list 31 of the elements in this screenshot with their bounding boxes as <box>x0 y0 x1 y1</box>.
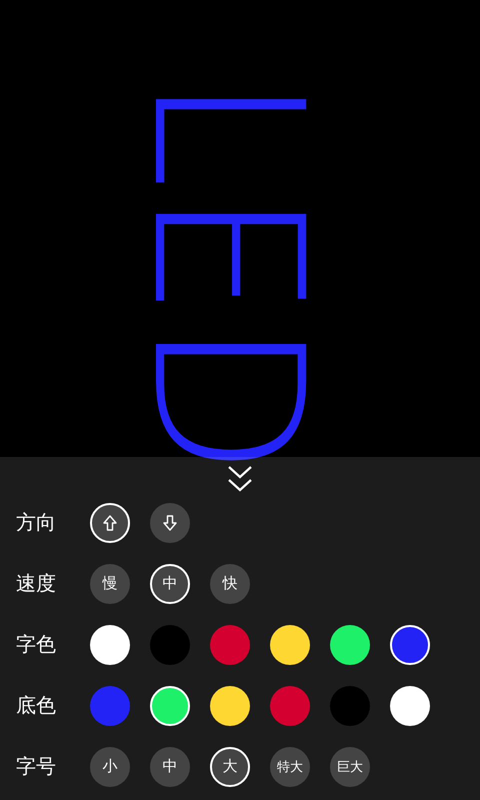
option-button[interactable]: 中 <box>150 564 190 604</box>
option-button[interactable]: 大 <box>210 746 250 786</box>
color-swatch[interactable] <box>210 686 250 726</box>
color-swatch[interactable] <box>210 624 250 664</box>
color-swatch[interactable] <box>390 686 430 726</box>
color-swatch[interactable] <box>90 686 130 726</box>
color-swatch[interactable] <box>90 624 130 664</box>
color-swatch[interactable] <box>330 624 370 664</box>
option-button[interactable]: 中 <box>150 746 190 786</box>
setting-label: 字色 <box>16 631 57 658</box>
color-swatch[interactable] <box>390 624 430 664</box>
option-button[interactable]: 特大 <box>270 746 310 786</box>
color-swatch[interactable] <box>330 686 370 726</box>
color-swatch[interactable] <box>270 686 310 726</box>
arrow-down-icon <box>162 514 178 530</box>
direction-button[interactable] <box>90 502 130 542</box>
collapse-chevron-icon[interactable] <box>227 464 253 494</box>
setting-label: 字号 <box>16 753 57 780</box>
led-text: LED <box>124 74 330 478</box>
color-swatch[interactable] <box>270 624 310 664</box>
option-button[interactable]: 慢 <box>90 564 130 604</box>
option-button[interactable]: 快 <box>210 564 250 604</box>
color-swatch[interactable] <box>150 686 190 726</box>
option-button[interactable]: 巨大 <box>330 746 370 786</box>
arrow-up-icon <box>102 514 118 530</box>
setting-label: 底色 <box>16 692 57 719</box>
color-swatch[interactable] <box>150 624 190 664</box>
option-button[interactable]: 小 <box>90 746 130 786</box>
direction-button[interactable] <box>150 502 190 542</box>
setting-label: 方向 <box>16 509 57 536</box>
setting-label: 速度 <box>16 570 57 597</box>
